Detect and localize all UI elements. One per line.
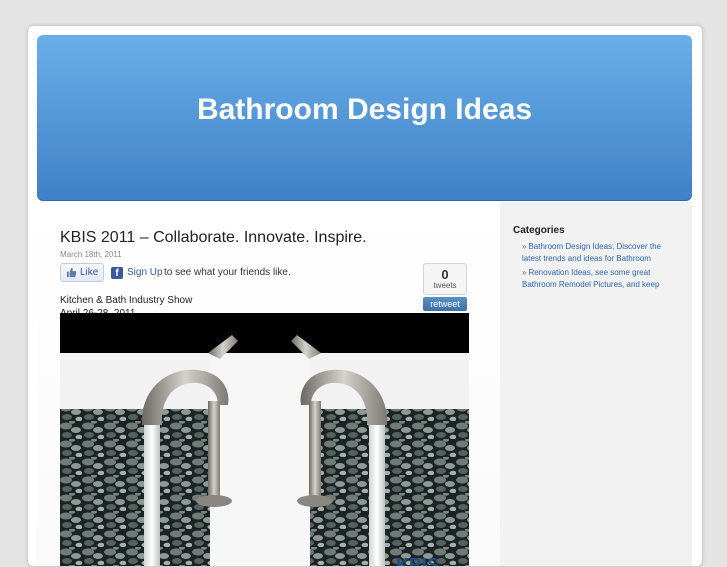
bullet-arrow-icon: » (522, 268, 527, 277)
like-label: Like (80, 267, 99, 278)
facebook-icon: f (111, 267, 123, 279)
signup-text: to see what your friends like. (164, 267, 291, 278)
categories-heading: Categories (513, 225, 565, 236)
faucet-photo: KBIS (60, 313, 469, 567)
category-link-label: Renovation Ideas, see some great Bathroo… (522, 268, 660, 289)
thumbs-up-icon (66, 267, 77, 278)
sidebar-item-bathroom-design-ideas[interactable]: » Bathroom Design Ideas; Discover the lat… (522, 241, 682, 265)
bullet-arrow-icon: » (522, 242, 527, 251)
tweet-count: 0 (441, 267, 449, 282)
site-header: Bathroom Design Ideas (37, 35, 692, 201)
sidebar-item-renovation-ideas[interactable]: » Renovation Ideas, see some great Bathro… (522, 267, 682, 291)
page-container: Bathroom Design Ideas KBIS 2011 – Collab… (27, 25, 703, 567)
post-date: March 18th, 2011 (60, 250, 122, 259)
retweet-button[interactable]: retweet (423, 297, 467, 311)
sidebar: Categories » Bathroom Design Ideas; Disco… (500, 202, 692, 566)
facebook-like-button[interactable]: Like (60, 263, 104, 282)
post-body-line1: Kitchen & Bath Industry Show (60, 295, 193, 306)
main-content: KBIS 2011 – Collaborate. Innovate. Inspi… (37, 202, 500, 567)
tweet-counter: 0 tweets (423, 263, 467, 295)
signup-link[interactable]: Sign Up (127, 267, 163, 278)
post-image: KBIS (60, 313, 469, 567)
post-title[interactable]: KBIS 2011 – Collaborate. Innovate. Inspi… (60, 229, 367, 247)
site-title[interactable]: Bathroom Design Ideas (37, 93, 692, 127)
tweet-label: tweets (433, 281, 457, 290)
kbis-watermark: KBIS (396, 555, 439, 567)
category-link-label: Bathroom Design Ideas; Discover the late… (522, 242, 661, 263)
